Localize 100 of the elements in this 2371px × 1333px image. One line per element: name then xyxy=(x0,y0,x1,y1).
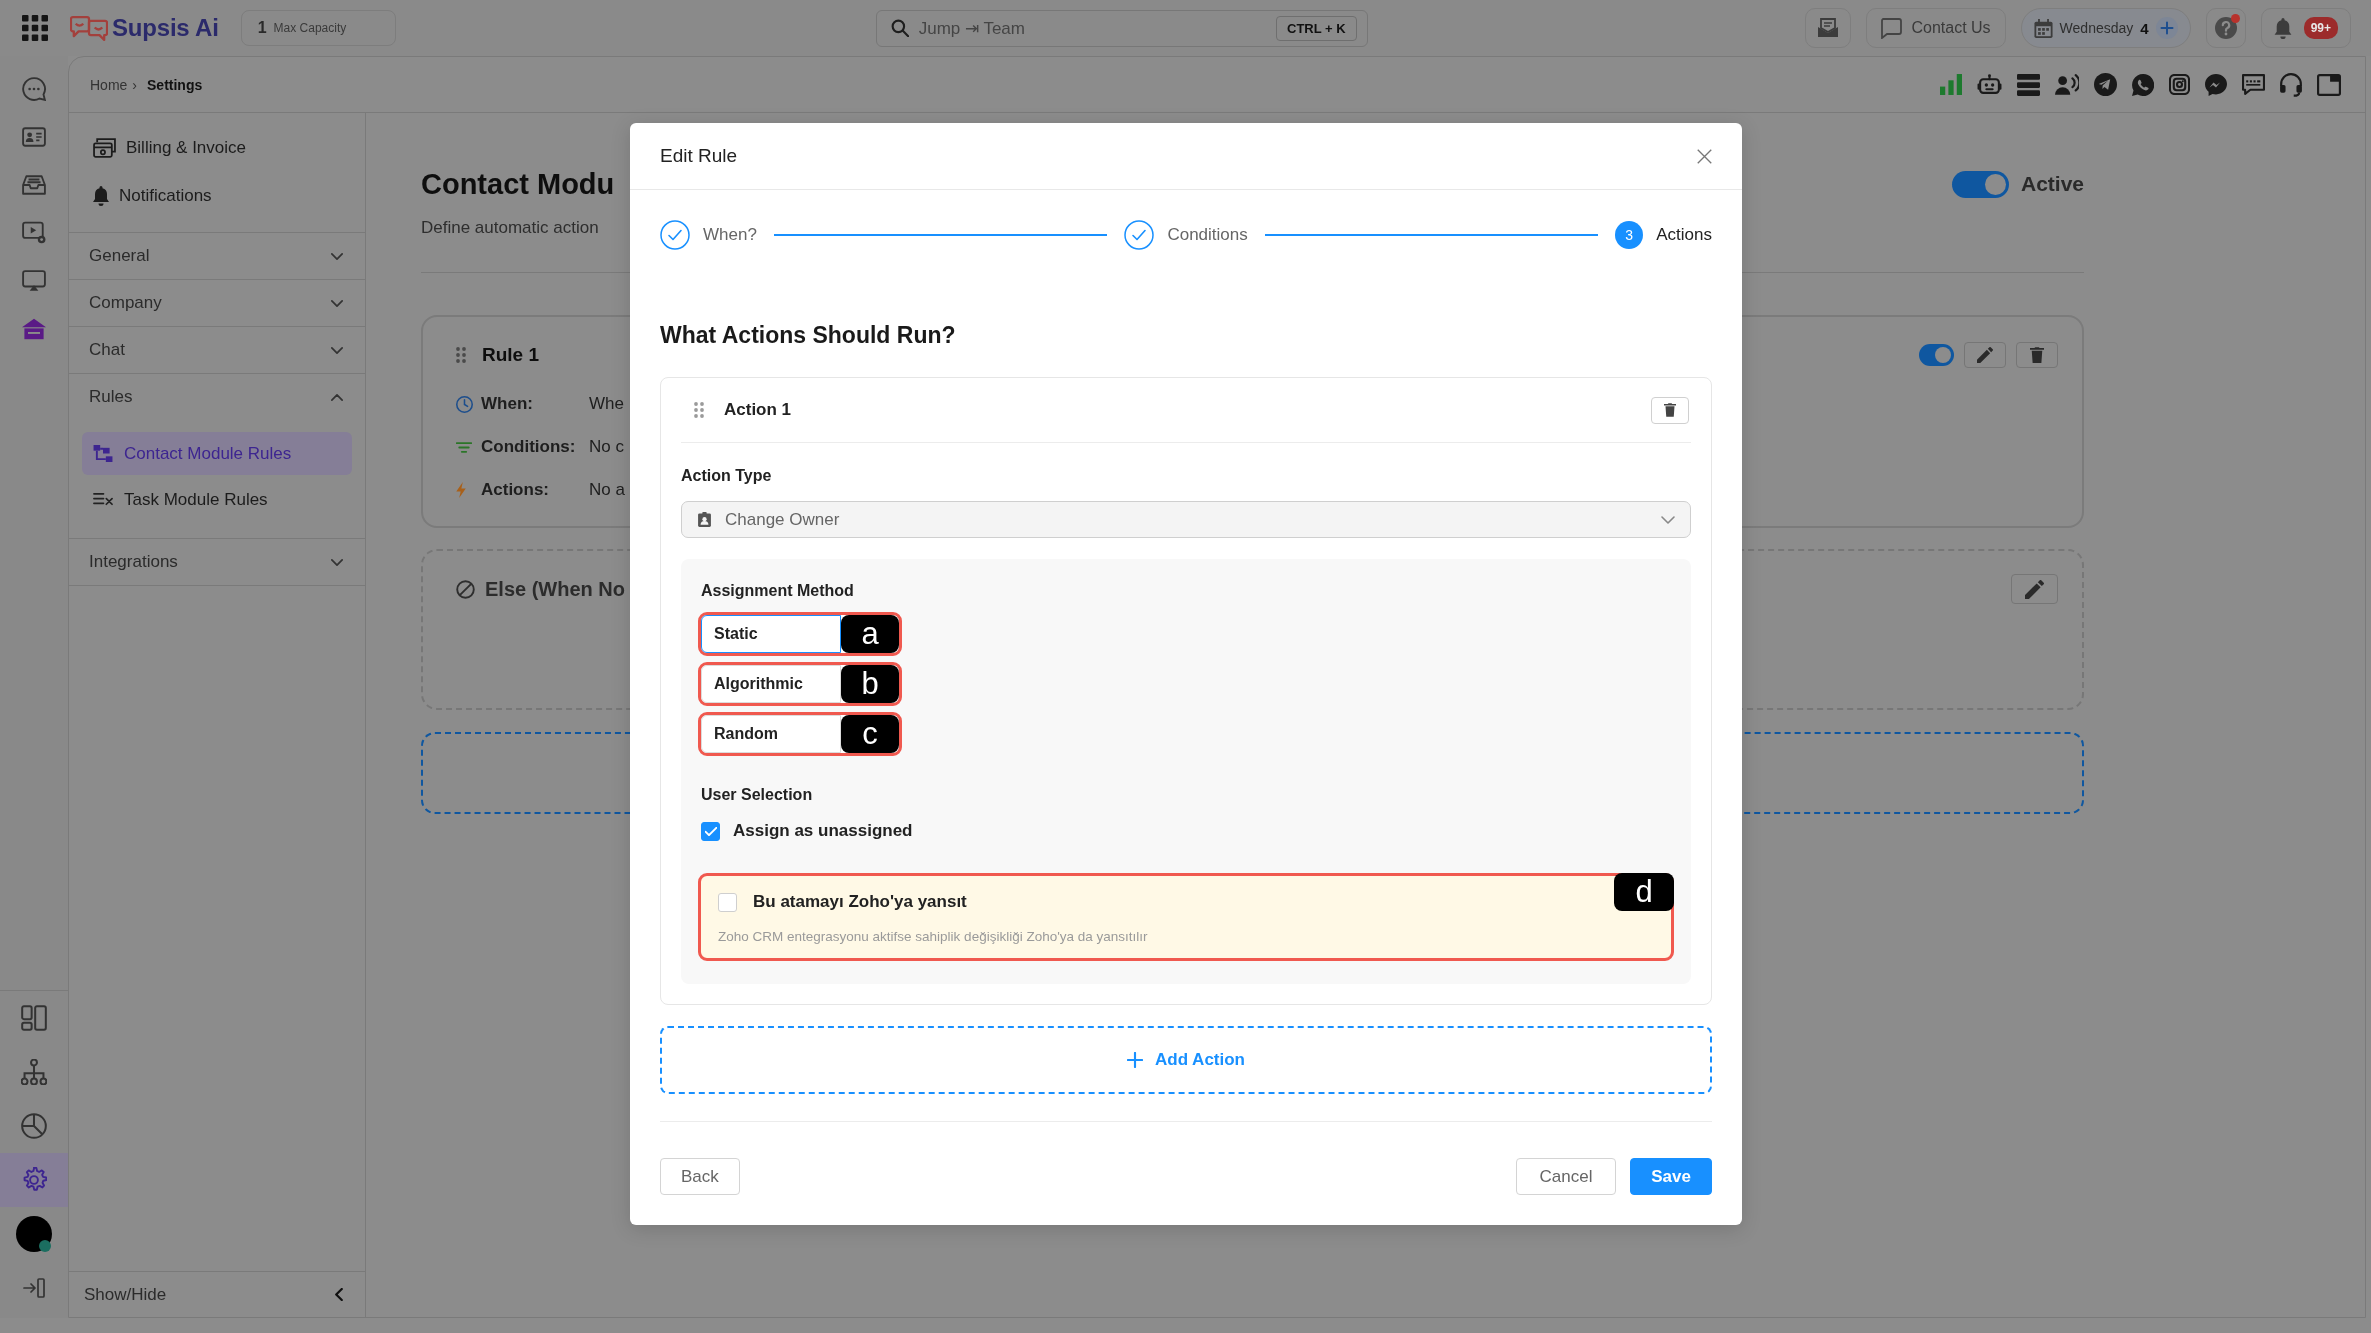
save-button[interactable]: Save xyxy=(1630,1158,1712,1195)
window-icon[interactable] xyxy=(2317,73,2341,96)
notifications-button[interactable]: 99+ xyxy=(2260,8,2351,48)
help-icon xyxy=(2214,17,2237,39)
plus-icon xyxy=(1127,1052,1143,1068)
check-icon xyxy=(704,826,717,836)
blocked-icon xyxy=(456,579,475,599)
nav-section-header[interactable]: Chat xyxy=(69,327,365,373)
telegram-icon[interactable] xyxy=(2094,73,2117,96)
action-title: Action 1 xyxy=(724,400,792,420)
notification-count: 99+ xyxy=(2303,17,2338,39)
logo-text: Supsis Ai xyxy=(112,14,219,42)
add-action-button[interactable]: Add Action xyxy=(660,1026,1712,1094)
card-icon xyxy=(93,138,116,158)
assignment-option[interactable]: Random xyxy=(701,715,841,753)
back-button[interactable]: Back xyxy=(660,1158,740,1195)
section-heading: What Actions Should Run? xyxy=(660,321,957,350)
capacity-count: 1 xyxy=(257,19,267,37)
edit-button[interactable] xyxy=(2011,574,2058,604)
date-chip[interactable]: Wednesday 4 xyxy=(2020,8,2191,48)
dialog-title: Edit Rule xyxy=(660,145,738,167)
field-label: Conditions: xyxy=(481,437,577,457)
nav-section-header[interactable]: General xyxy=(69,233,365,279)
field-label: User Selection xyxy=(701,785,814,805)
checkbox[interactable] xyxy=(718,892,737,912)
sidebar-link[interactable]: Notifications xyxy=(69,172,365,220)
close-icon xyxy=(1697,148,1712,164)
contact-card-icon xyxy=(22,125,46,149)
assignment-option[interactable]: Static xyxy=(701,615,841,653)
nav-section-header[interactable]: Integrations xyxy=(69,539,365,585)
nav-section-header[interactable]: Rules xyxy=(69,374,365,420)
mail-icon xyxy=(1817,18,1840,38)
list-icon[interactable] xyxy=(2017,73,2040,96)
annotation-label: c xyxy=(841,715,899,753)
checkbox-label[interactable]: Bu atamayı Zoho'ya yansıt xyxy=(753,892,967,912)
robot-icon[interactable] xyxy=(1977,74,2002,95)
page-subtitle: Define automatic action xyxy=(421,217,599,239)
help-button[interactable] xyxy=(2205,8,2246,48)
chevron-left-icon xyxy=(335,1288,343,1301)
step-number: 3 xyxy=(1615,221,1644,249)
field-label: Assignment Method xyxy=(701,581,855,601)
video-settings-icon xyxy=(22,221,46,245)
plus-icon[interactable] xyxy=(2155,17,2178,39)
headset-icon[interactable] xyxy=(2280,72,2302,97)
field-label: Action Type xyxy=(681,466,773,486)
pencil-icon xyxy=(2025,579,2044,599)
search-input[interactable]: Jump ⇥ Team xyxy=(918,16,1267,40)
instagram-icon[interactable] xyxy=(2169,74,2190,95)
toggle-switch[interactable] xyxy=(1951,170,2009,198)
inbox-icon xyxy=(22,173,46,197)
avatar-icon[interactable] xyxy=(16,1216,52,1252)
step-label[interactable]: When? xyxy=(703,225,757,245)
annotation-label: d xyxy=(1614,873,1674,911)
app-grid-icon[interactable] xyxy=(22,15,48,41)
pie-chart-icon xyxy=(21,1113,47,1139)
house-icon xyxy=(22,317,46,341)
toggle-switch[interactable] xyxy=(1919,344,1954,366)
mail-button[interactable] xyxy=(1805,8,1852,48)
nav-item[interactable]: Task Module Rules xyxy=(82,478,352,521)
drag-handle-icon[interactable] xyxy=(456,347,466,363)
search-icon xyxy=(890,19,909,37)
close-button[interactable] xyxy=(1697,148,1712,164)
checkbox-label[interactable]: Assign as unassigned xyxy=(733,821,913,841)
breadcrumb-link[interactable]: Settings xyxy=(147,76,203,93)
chevron-down-icon xyxy=(1661,515,1675,524)
whatsapp-icon[interactable] xyxy=(2132,73,2154,96)
assignment-option[interactable]: Algorithmic xyxy=(701,665,841,703)
rule-name: Rule 1 xyxy=(482,344,540,366)
org-chart-icon xyxy=(21,1059,47,1085)
checkbox[interactable] xyxy=(701,821,720,841)
monitor-icon xyxy=(22,269,46,293)
nav-item[interactable]: Contact Module Rules xyxy=(82,432,352,475)
rail-button[interactable] xyxy=(0,1153,68,1207)
checklist-icon xyxy=(93,491,113,508)
messenger-icon[interactable] xyxy=(2205,73,2227,96)
trash-icon xyxy=(1664,403,1676,417)
field-label: Actions: xyxy=(481,480,550,500)
lightning-icon xyxy=(456,482,466,498)
action-type-select[interactable]: Change Owner xyxy=(681,501,1691,538)
edit-button[interactable] xyxy=(1964,342,2006,368)
clock-icon xyxy=(456,395,473,413)
step-label[interactable]: Conditions xyxy=(1167,225,1248,245)
bell-icon xyxy=(93,186,109,206)
step-label[interactable]: Actions xyxy=(1656,225,1712,245)
sms-icon[interactable] xyxy=(2242,74,2265,95)
person-speaking-icon[interactable] xyxy=(2055,73,2079,96)
search-field[interactable]: Jump ⇥ Team CTRL + K xyxy=(875,9,1368,47)
drag-handle-icon[interactable] xyxy=(694,402,704,418)
keyboard-shortcut: CTRL + K xyxy=(1276,15,1357,41)
filter-icon xyxy=(456,441,472,453)
cancel-button[interactable]: Cancel xyxy=(1516,1158,1616,1195)
owner-badge-icon xyxy=(698,512,711,527)
delete-button[interactable] xyxy=(2016,342,2058,368)
sidebar-link[interactable]: Billing & Invoice xyxy=(69,124,365,172)
breadcrumb-separator: › xyxy=(132,76,138,93)
bell-icon xyxy=(2273,17,2292,39)
breadcrumb-link[interactable]: Home xyxy=(90,76,128,93)
show-hide-button[interactable]: Show/Hide xyxy=(69,1271,365,1317)
contact-button[interactable]: Contact Us xyxy=(1866,8,2006,48)
nav-section-header[interactable]: Company xyxy=(69,280,365,326)
